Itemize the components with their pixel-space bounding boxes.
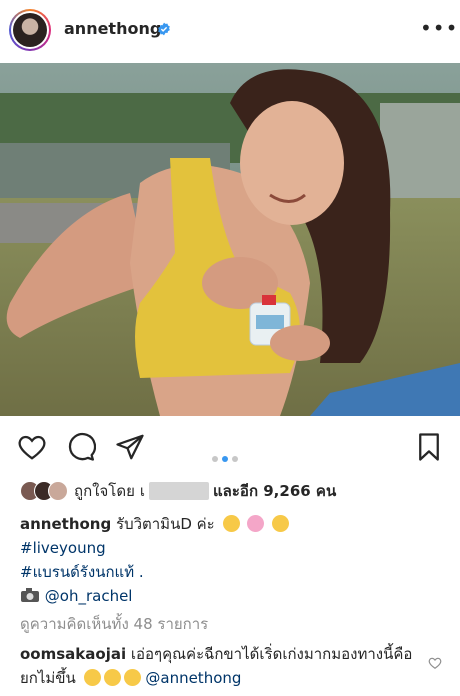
- view-all-comments-link[interactable]: ดูความคิดเห็นทั้ง 48 รายการ: [20, 612, 208, 636]
- carousel-dot-active: [222, 456, 228, 462]
- verified-badge-icon: [158, 22, 170, 36]
- laughing-emoji-icon: [123, 669, 141, 686]
- carousel-dot: [232, 456, 238, 462]
- mention-link[interactable]: @annethong: [145, 669, 241, 687]
- post-header: annethong •••: [0, 0, 460, 62]
- share-icon[interactable]: [115, 432, 145, 462]
- comment-username[interactable]: oomsakaojai: [20, 645, 126, 663]
- likes-prefix: ถูกใจโดย: [74, 482, 135, 500]
- hashtag-link[interactable]: #liveyoung: [20, 539, 106, 557]
- laughing-emoji-icon: [83, 669, 101, 686]
- more-options-icon[interactable]: •••: [420, 18, 457, 38]
- hashtag-link[interactable]: #แบรนด์รังนกแท้ .: [20, 563, 144, 581]
- heart-icon[interactable]: [17, 432, 47, 462]
- liker-initial: เ: [139, 482, 146, 500]
- comment-item: oomsakaojai เอ่อๆคุณค่ะฉีกขาได้เริ่ดเก่ง…: [20, 642, 420, 690]
- bookmark-icon[interactable]: [414, 432, 444, 462]
- carousel-indicator: [212, 447, 242, 466]
- camera-emoji-icon: [21, 588, 39, 602]
- carousel-dot: [212, 456, 218, 462]
- mention-link[interactable]: @oh_rachel: [45, 587, 133, 605]
- avatar[interactable]: [9, 9, 51, 51]
- post-caption: annethong รับวิตามินD ค่ะ #liveyoung #แบ…: [20, 512, 450, 608]
- comment-like-icon[interactable]: [428, 656, 442, 670]
- caption-username[interactable]: annethong: [20, 515, 111, 533]
- liker-avatar: [48, 481, 68, 501]
- blossom-emoji-icon: [247, 515, 265, 532]
- blurred-username: [149, 482, 210, 500]
- blushing-emoji-icon: [222, 515, 240, 532]
- username-link[interactable]: annethong: [64, 19, 161, 38]
- comment-icon[interactable]: [66, 432, 96, 462]
- smiling-emoji-icon: [272, 515, 290, 532]
- likes-count[interactable]: และอีก 9,266 คน: [213, 479, 336, 503]
- liker-avatars: [20, 481, 68, 501]
- caption-text: รับวิตามินD ค่ะ: [116, 515, 215, 533]
- post-photo[interactable]: [0, 63, 460, 416]
- laughing-emoji-icon: [103, 669, 121, 686]
- post-actions: [0, 418, 460, 476]
- likes-row[interactable]: ถูกใจโดย เ และอีก 9,266 คน: [20, 478, 450, 504]
